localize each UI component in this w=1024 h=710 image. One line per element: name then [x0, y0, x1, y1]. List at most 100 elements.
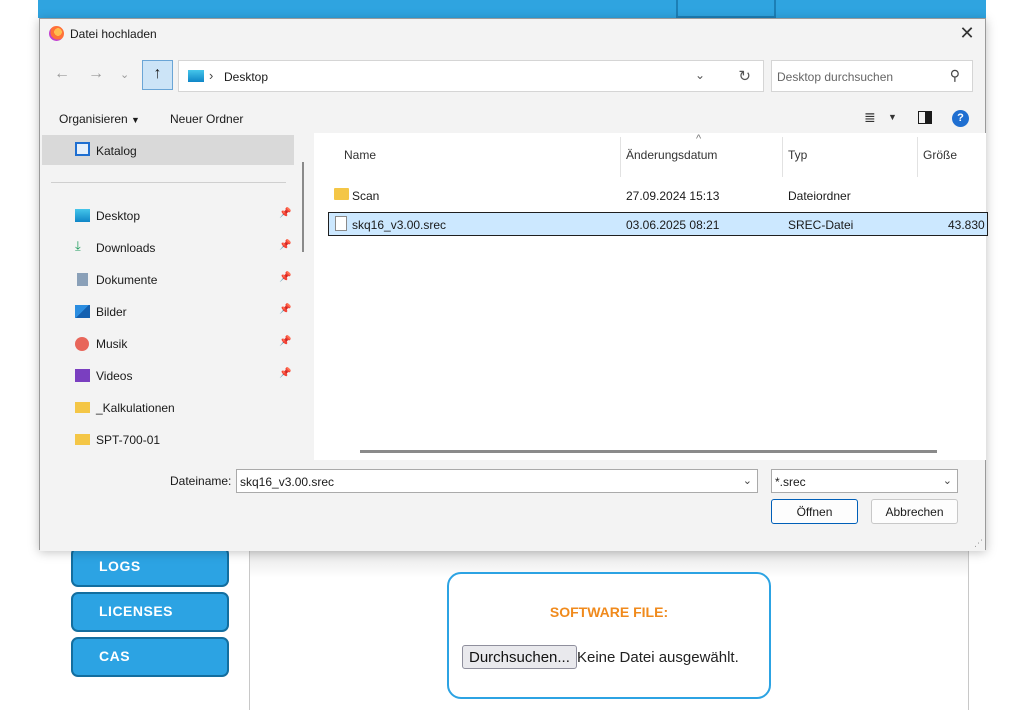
sidebar-item-label: Bilder — [96, 305, 127, 319]
up-arrow-icon[interactable]: ↑ — [142, 60, 173, 90]
nav-scrollbar[interactable] — [302, 162, 304, 252]
search-input[interactable]: Desktop durchsuchen ⚲ — [771, 60, 973, 92]
chevron-down-icon: ▼ — [131, 115, 140, 125]
pin-icon[interactable]: 📌 — [279, 368, 291, 379]
help-icon[interactable]: ? — [952, 110, 969, 127]
filename-input[interactable]: skq16_v3.00.srec ⌄ — [236, 469, 758, 493]
sidebar-item-label: Downloads — [96, 241, 156, 255]
sidebar-item-katalog[interactable]: Katalog — [42, 135, 294, 165]
recent-locations-chevron-icon[interactable]: ⌄ — [120, 68, 129, 81]
file-status-text: Keine Datei ausgewählt. — [577, 649, 739, 666]
address-dropdown-chevron-icon[interactable]: ⌄ — [695, 68, 705, 82]
sidebar-item-musik[interactable]: Musik 📌 — [75, 334, 300, 356]
sidebar-item-label: Videos — [96, 369, 133, 383]
file-type: SREC-Datei — [788, 218, 854, 232]
dialog-titlebar: Datei hochladen ✕ — [40, 19, 985, 49]
sidebar-item-label: Musik — [96, 337, 128, 351]
sidebar-item-label: Desktop — [96, 209, 141, 223]
chevron-down-icon[interactable]: ⌄ — [743, 474, 752, 487]
table-row[interactable]: Scan 27.09.2024 15:13 Dateiordner — [328, 184, 988, 208]
sidebar-button-cas[interactable]: CAS — [71, 637, 229, 677]
sort-caret-icon: ^ — [696, 133, 702, 145]
preview-pane-icon[interactable] — [918, 111, 932, 124]
sidebar-item-downloads[interactable]: ⤓ Downloads 📌 — [75, 238, 300, 260]
sidebar-item-dokumente[interactable]: Dokumente 📌 — [75, 270, 300, 292]
logout-button[interactable] — [676, 0, 776, 18]
pin-icon[interactable]: 📌 — [279, 304, 291, 315]
file-type-value: *.srec — [775, 475, 806, 489]
sidebar-item-label: Dokumente — [96, 273, 158, 287]
folder-icon — [75, 402, 90, 413]
sidebar-item-bilder[interactable]: Bilder 📌 — [75, 302, 300, 324]
new-folder-button[interactable]: Neuer Ordner — [170, 112, 243, 126]
cancel-button[interactable]: Abbrechen — [871, 499, 958, 524]
sidebar-item-label: SPT-700-01 — [96, 433, 161, 447]
file-size: 43.830 — [948, 218, 985, 232]
file-icon — [335, 216, 347, 231]
music-icon — [75, 337, 89, 351]
file-type-select[interactable]: *.srec ⌄ — [771, 469, 958, 493]
desktop-icon — [75, 209, 90, 222]
sidebar-button-licenses[interactable]: LICENSES — [71, 592, 229, 632]
nav-divider — [51, 182, 286, 183]
pin-icon[interactable]: 📌 — [279, 240, 291, 251]
filename-value: skq16_v3.00.srec — [240, 475, 335, 489]
sidebar-item-kalkulationen[interactable]: _Kalkulationen — [75, 398, 300, 420]
column-header-type[interactable]: Typ — [788, 148, 807, 162]
folder-icon — [75, 434, 90, 445]
dialog-title: Datei hochladen — [70, 27, 157, 41]
column-divider[interactable] — [917, 137, 918, 177]
software-upload-box: SOFTWARE FILE: Durchsuchen... Keine Date… — [447, 572, 771, 699]
document-icon — [77, 273, 88, 286]
view-options-icon[interactable]: ≣ — [864, 109, 876, 126]
firefox-icon — [49, 26, 64, 41]
app-header — [38, 0, 986, 18]
column-divider[interactable] — [620, 137, 621, 177]
pin-icon[interactable]: 📌 — [279, 336, 291, 347]
file-type: Dateiordner — [788, 189, 851, 203]
download-icon: ⤓ — [75, 238, 81, 253]
pin-icon[interactable]: 📌 — [279, 208, 291, 219]
search-placeholder: Desktop durchsuchen — [777, 70, 894, 84]
refresh-icon[interactable]: ↻ — [738, 67, 751, 85]
software-file-label: SOFTWARE FILE: — [549, 604, 669, 620]
breadcrumb-separator-icon: › — [209, 68, 214, 83]
column-header-size[interactable]: Größe — [923, 148, 957, 162]
resize-grip-icon[interactable]: ⋰ — [974, 538, 983, 549]
navigation-bar: ← → ⌄ ↑ › Desktop ⌄ ↻ Desktop durchsuche… — [40, 57, 985, 93]
sidebar-item-label: Katalog — [96, 144, 137, 158]
open-button[interactable]: Öffnen — [771, 499, 858, 524]
organize-menu[interactable]: Organisieren ▼ — [59, 112, 140, 126]
sidebar-item-spt-700-01[interactable]: SPT-700-01 — [75, 430, 300, 452]
pin-icon[interactable]: 📌 — [279, 272, 291, 283]
sidebar-item-videos[interactable]: Videos 📌 — [75, 366, 300, 388]
forward-arrow-icon[interactable]: → — [88, 65, 104, 83]
browse-button[interactable]: Durchsuchen... — [462, 645, 577, 669]
gallery-icon — [75, 142, 90, 156]
table-row[interactable]: skq16_v3.00.srec 03.06.2025 08:21 SREC-D… — [328, 212, 988, 236]
filename-label: Dateiname: — [170, 474, 232, 488]
file-list-scrollbar[interactable] — [360, 450, 937, 453]
view-dropdown-chevron-icon[interactable]: ▼ — [888, 112, 897, 122]
folder-icon — [334, 188, 349, 200]
file-name: skq16_v3.00.srec — [352, 218, 447, 232]
dialog-toolbar: Organisieren ▼ Neuer Ordner ≣ ▼ ? — [40, 103, 985, 133]
chevron-down-icon[interactable]: ⌄ — [943, 474, 952, 487]
organize-label: Organisieren — [59, 112, 128, 126]
image-icon — [75, 305, 90, 318]
column-divider[interactable] — [782, 137, 783, 177]
column-header-name[interactable]: Name — [344, 148, 376, 162]
file-list: ^ Name Änderungsdatum Typ Größe Scan 27.… — [314, 133, 988, 460]
sidebar-button-logs[interactable]: LOGS — [71, 547, 229, 587]
sidebar-item-desktop[interactable]: Desktop 📌 — [75, 206, 300, 228]
close-icon[interactable]: ✕ — [957, 23, 977, 44]
column-header-date[interactable]: Änderungsdatum — [626, 148, 717, 162]
video-icon — [75, 369, 90, 382]
back-arrow-icon[interactable]: ← — [54, 65, 70, 83]
address-location[interactable]: Desktop — [224, 70, 268, 84]
search-icon[interactable]: ⚲ — [950, 67, 960, 84]
file-date: 03.06.2025 08:21 — [626, 218, 720, 232]
file-upload-dialog: Datei hochladen ✕ ← → ⌄ ↑ › Desktop ⌄ ↻ … — [39, 18, 988, 551]
address-bar[interactable]: › Desktop ⌄ ↻ — [178, 60, 764, 92]
desktop-icon — [188, 70, 204, 82]
